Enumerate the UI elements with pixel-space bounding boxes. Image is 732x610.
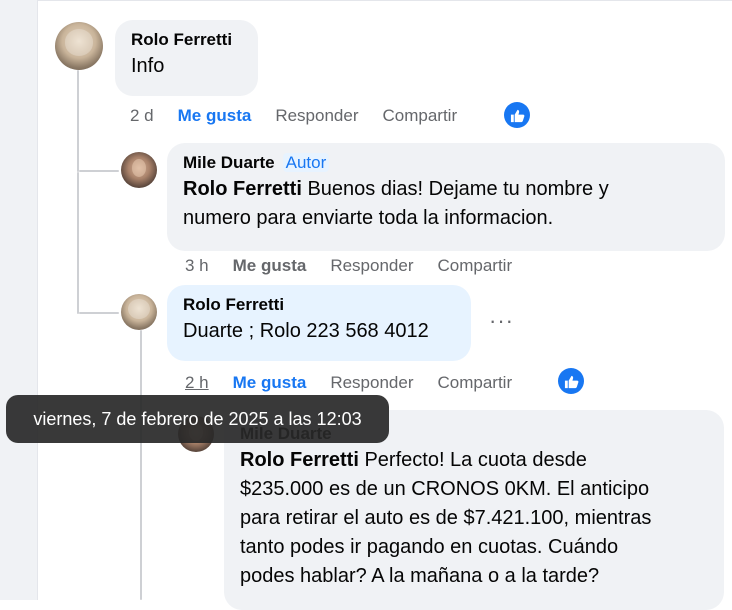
comment-author[interactable]: Rolo Ferretti — [183, 293, 455, 317]
reply-button[interactable]: Responder — [330, 256, 413, 276]
comment-text: numero para enviarte toda la informacion… — [183, 207, 554, 229]
comment-author[interactable]: Mile Duarte — [183, 153, 275, 172]
top-divider — [37, 0, 732, 1]
left-page-edge — [0, 0, 38, 600]
more-options-button[interactable]: ··· — [489, 308, 514, 334]
comment-actions: 3 h Me gusta Responder Compartir — [185, 256, 536, 276]
avatar[interactable] — [121, 152, 157, 188]
thread-line — [77, 70, 79, 172]
comment-timestamp[interactable]: 2 d — [130, 106, 154, 126]
thumbs-up-icon — [564, 375, 578, 388]
comment-text: Info — [131, 55, 165, 77]
like-reaction-icon[interactable] — [504, 102, 530, 128]
like-button[interactable]: Me gusta — [233, 256, 307, 276]
author-badge: Autor — [282, 153, 330, 172]
timestamp-tooltip: viernes, 7 de febrero de 2025 a las 12:0… — [6, 395, 389, 443]
comment-text: Rolo Ferretti Buenos dias! Dejame tu nom… — [183, 178, 609, 200]
comment-timestamp[interactable]: 2 h — [185, 373, 209, 393]
thread-line — [77, 172, 79, 314]
like-button[interactable]: Me gusta — [233, 373, 307, 393]
comment-bubble: Mile Duarte Autor Rolo Ferretti Buenos di… — [167, 143, 725, 251]
reply-button[interactable]: Responder — [275, 106, 358, 126]
avatar[interactable] — [121, 294, 157, 330]
comment-text: $235.000 es de un CRONOS 0KM. El anticip… — [240, 478, 650, 500]
avatar[interactable] — [55, 22, 103, 70]
comment-bubble: Rolo Ferretti Duarte ; Rolo 223 568 4012 — [167, 285, 471, 361]
mention-link[interactable]: Rolo Ferretti — [183, 178, 302, 200]
comment-author[interactable]: Rolo Ferretti — [131, 28, 242, 52]
comment-text: tanto podes ir pagando en cuotas. Cuándo — [240, 536, 619, 558]
reply-button[interactable]: Responder — [330, 373, 413, 393]
thumbs-up-icon — [510, 109, 524, 122]
thread-line — [79, 312, 119, 314]
comment-text: Duarte ; Rolo 223 568 4012 — [183, 320, 429, 342]
comment-actions: 2 h Me gusta Responder Compartir — [185, 373, 536, 393]
share-button[interactable]: Compartir — [438, 256, 513, 276]
thread-line — [140, 330, 142, 600]
thread-line — [79, 170, 119, 172]
comment-text: para retirar el auto es de $7.421.100, m… — [240, 507, 652, 529]
comment-actions: 2 d Me gusta Responder Compartir — [130, 106, 481, 126]
comment-timestamp[interactable]: 3 h — [185, 256, 209, 276]
comment-bubble: Rolo Ferretti Info — [115, 20, 258, 96]
comment-text: podes hablar? A la mañana o a la tarde? — [240, 565, 600, 587]
share-button[interactable]: Compartir — [383, 106, 458, 126]
like-button[interactable]: Me gusta — [178, 106, 252, 126]
share-button[interactable]: Compartir — [438, 373, 513, 393]
mention-link[interactable]: Rolo Ferretti — [240, 449, 359, 471]
like-reaction-icon[interactable] — [558, 368, 584, 394]
comment-text: Rolo Ferretti Perfecto! La cuota desde — [240, 449, 587, 471]
